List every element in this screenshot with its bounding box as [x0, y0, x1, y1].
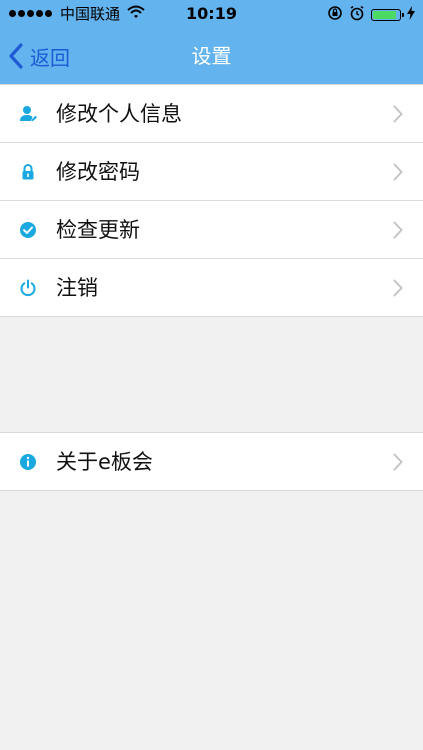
menu-item-label: 注销 — [56, 276, 98, 300]
chevron-right-icon — [393, 453, 403, 475]
power-icon — [19, 279, 37, 297]
alarm-icon — [349, 5, 365, 25]
menu-item-change-password[interactable]: 修改密码 — [0, 143, 423, 201]
menu-item-label: 检查更新 — [56, 218, 140, 242]
chevron-right-icon — [393, 279, 403, 301]
info-icon — [19, 453, 37, 471]
page-title: 设置 — [191, 44, 232, 68]
chevron-right-icon — [393, 221, 403, 243]
settings-group-account: 修改个人信息 修改密码 检查更新 注销 — [0, 84, 423, 317]
navigation-bar: 返回 设置 — [0, 28, 423, 84]
menu-item-label: 修改个人信息 — [56, 102, 182, 126]
lock-icon — [19, 163, 37, 181]
check-circle-icon — [19, 221, 37, 239]
status-right — [327, 5, 415, 25]
rotation-lock-icon — [327, 5, 343, 25]
charging-icon — [407, 6, 415, 24]
menu-item-about[interactable]: 关于e板会 — [0, 433, 423, 490]
status-bar: 中国联通 10:19 — [0, 0, 423, 28]
chevron-right-icon — [393, 105, 403, 127]
user-edit-icon — [19, 105, 37, 123]
battery-icon — [371, 9, 404, 21]
menu-item-logout[interactable]: 注销 — [0, 259, 423, 316]
menu-item-edit-profile[interactable]: 修改个人信息 — [0, 85, 423, 143]
menu-item-label: 关于e板会 — [56, 450, 153, 474]
header: 中国联通 10:19 返回 设置 — [0, 0, 423, 84]
menu-item-check-update[interactable]: 检查更新 — [0, 201, 423, 259]
menu-item-label: 修改密码 — [56, 160, 140, 184]
settings-group-about: 关于e板会 — [0, 432, 423, 491]
chevron-right-icon — [393, 163, 403, 185]
